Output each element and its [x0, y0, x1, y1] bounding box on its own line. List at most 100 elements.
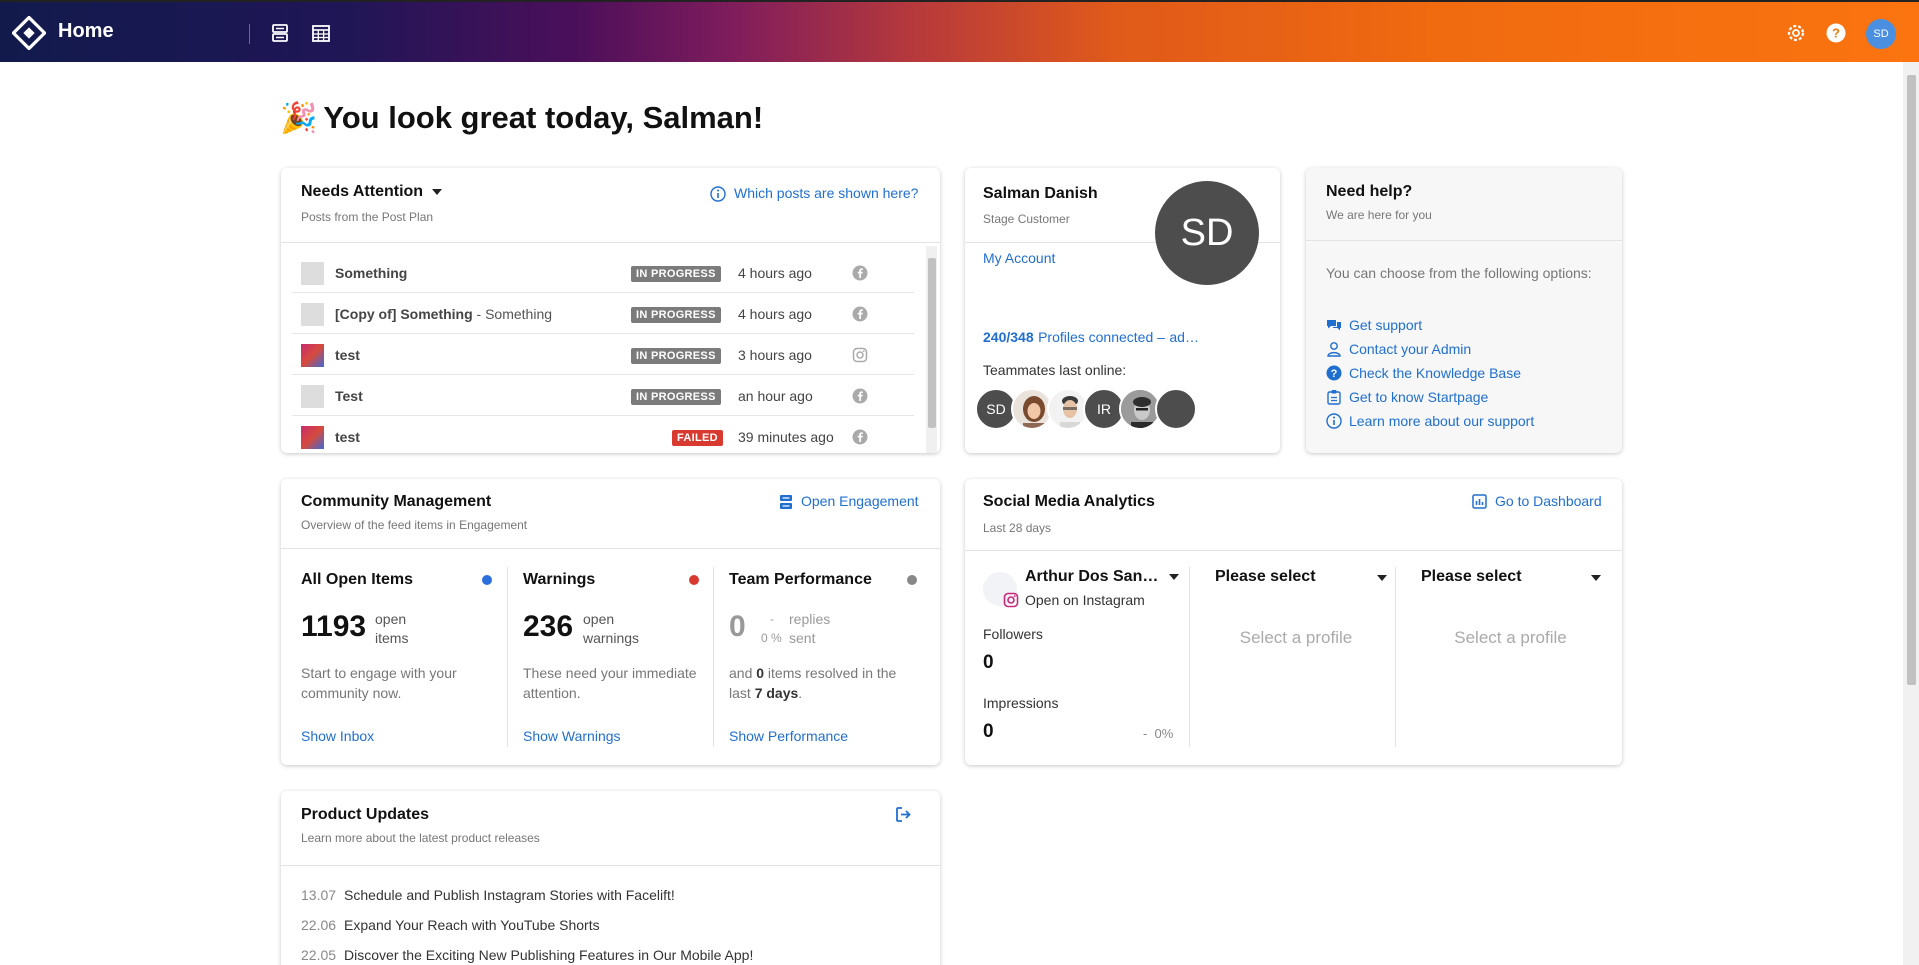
team-performance-title: Team Performance — [729, 571, 872, 588]
post-row[interactable]: Test IN PROGRESS an hour ago — [292, 375, 914, 416]
card-header: Social Media Analytics Last 28 days Go t… — [965, 479, 1622, 551]
help-item-label: Get support — [1349, 317, 1423, 333]
card-subtitle: Learn more about the latest product rele… — [301, 831, 540, 845]
profile-name: Salman Danish — [983, 185, 1098, 202]
external-link-icon[interactable] — [895, 806, 912, 823]
profiles-more: ad… — [1169, 329, 1199, 345]
post-name: Something — [335, 265, 408, 281]
all-open-items-title: All Open Items — [301, 571, 414, 588]
performance-description: and 0 items resolved in the last 7 days. — [729, 665, 897, 701]
post-thumbnail — [301, 303, 324, 326]
profiles-connected-link[interactable]: 240/348 Profiles connected – ad… — [983, 329, 1199, 347]
community-management-card: Community Management Overview of the fee… — [281, 479, 940, 765]
chat-icon — [1327, 320, 1341, 331]
clipboard-icon — [1327, 390, 1341, 405]
party-icon: 🎉 — [280, 102, 318, 135]
instagram-icon — [1003, 592, 1019, 608]
replies-unit: replies sent — [789, 611, 831, 646]
help-icon[interactable]: ? — [1825, 22, 1847, 44]
help-item-label: Learn more about our support — [1349, 413, 1535, 429]
show-performance-link[interactable]: Show Performance — [729, 728, 848, 744]
logo-icon[interactable] — [12, 16, 46, 50]
greeting-text: You look great today, Salman! — [323, 100, 764, 135]
select-label: Please select — [1215, 568, 1316, 585]
which-posts-link-text: Which posts are shown here? — [734, 185, 919, 201]
status-badge: IN PROGRESS — [631, 348, 721, 364]
facebook-icon — [852, 306, 868, 322]
warnings-description: These need your immediate attention. — [523, 665, 697, 701]
calendar-icon[interactable] — [311, 23, 331, 43]
profile-select-3[interactable]: Please select — [1421, 568, 1601, 586]
analytics-profile-name: Arthur Dos San… — [1025, 568, 1159, 585]
warnings-count: 236 — [523, 610, 574, 643]
profiles-count: 240/348 — [983, 329, 1034, 345]
help-item-label: Contact your Admin — [1349, 341, 1472, 357]
open-items-unit: open items — [375, 611, 409, 646]
caret-down-icon — [1591, 575, 1601, 581]
red-status-dot — [689, 575, 699, 585]
teammate-avatar[interactable] — [1155, 388, 1197, 430]
gray-status-dot — [907, 575, 917, 585]
post-time: an hour ago — [738, 388, 813, 404]
column-divider — [1189, 567, 1190, 747]
post-row[interactable]: Something IN PROGRESS 4 hours ago — [292, 252, 914, 293]
caret-down-icon — [1377, 575, 1387, 581]
facebook-icon — [852, 265, 868, 281]
post-row[interactable]: test FAILED 39 minutes ago — [292, 416, 914, 453]
status-badge: FAILED — [672, 430, 723, 446]
card-header: Community Management Overview of the fee… — [281, 479, 940, 549]
my-account-link[interactable]: My Account — [983, 250, 1055, 266]
replies-change: - 0 % — [761, 612, 782, 645]
post-name: test — [335, 347, 360, 363]
card-title: Social Media Analytics — [983, 493, 1155, 510]
update-item[interactable]: 22.06 Expand Your Reach with YouTube Shor… — [301, 917, 600, 933]
column-divider — [713, 567, 714, 747]
open-items-description: Start to engage with your community now. — [301, 665, 457, 701]
profile-avatar: SD — [1155, 181, 1259, 285]
blue-status-dot — [482, 575, 492, 585]
instagram-icon — [852, 347, 868, 363]
posts-scrollbar-thumb[interactable] — [928, 258, 936, 428]
page-title: Home — [58, 20, 114, 42]
card-subtitle: We are here for you — [1326, 208, 1432, 222]
profile-role: Stage Customer — [983, 212, 1070, 226]
profile-select-2[interactable]: Please select — [1215, 568, 1395, 586]
card-header: Product Updates Learn more about the lat… — [281, 791, 940, 866]
post-thumbnail — [301, 262, 324, 285]
card-subtitle: Posts from the Post Plan — [301, 210, 434, 224]
greeting-heading: 🎉 You look great today, Salman! — [280, 100, 763, 136]
update-item[interactable]: 13.07 Schedule and Publish Instagram Stor… — [301, 887, 675, 903]
show-warnings-link[interactable]: Show Warnings — [523, 728, 621, 744]
divider — [249, 24, 250, 44]
user-avatar[interactable]: SD — [1866, 19, 1896, 49]
update-item[interactable]: 22.05 Discover the Exciting New Publishin… — [301, 947, 753, 963]
card-title: Product Updates — [301, 806, 430, 823]
status-badge: IN PROGRESS — [631, 307, 721, 323]
post-thumbnail — [301, 344, 324, 367]
analytics-profile-select[interactable]: Arthur Dos San… — [1025, 568, 1179, 586]
select-label: Please select — [1421, 568, 1522, 585]
help-item-label: Check the Knowledge Base — [1349, 365, 1521, 381]
content-list-icon[interactable] — [270, 23, 290, 43]
open-on-instagram-link[interactable]: Open on Instagram — [1025, 592, 1145, 608]
select-profile-placeholder: Select a profile — [1454, 628, 1567, 647]
replies-count: 0 — [729, 610, 746, 643]
needs-attention-card: Needs Attention Posts from the Post Plan… — [281, 168, 940, 453]
followers-label: Followers — [983, 626, 1043, 642]
settings-icon[interactable] — [1785, 22, 1807, 44]
show-inbox-link[interactable]: Show Inbox — [301, 728, 374, 744]
teammates-list: SD IR — [975, 388, 1215, 434]
admin-icon — [1327, 342, 1341, 357]
impressions-label: Impressions — [983, 695, 1059, 711]
open-items-count: 1193 — [301, 610, 367, 643]
status-badge: IN PROGRESS — [631, 389, 721, 405]
card-title: Community Management — [301, 493, 492, 510]
dashboard-icon — [1472, 494, 1487, 509]
card-title: Needs Attention — [301, 183, 424, 200]
post-row[interactable]: [Copy of] Something - Something IN PROGR… — [292, 293, 914, 334]
needs-attention-dropdown[interactable]: Needs Attention — [301, 183, 442, 201]
card-subtitle: Last 28 days — [983, 521, 1052, 535]
page-scrollbar-thumb[interactable] — [1907, 75, 1916, 685]
teammates-label: Teammates last online: — [983, 362, 1127, 378]
post-row[interactable]: test IN PROGRESS 3 hours ago — [292, 334, 914, 375]
